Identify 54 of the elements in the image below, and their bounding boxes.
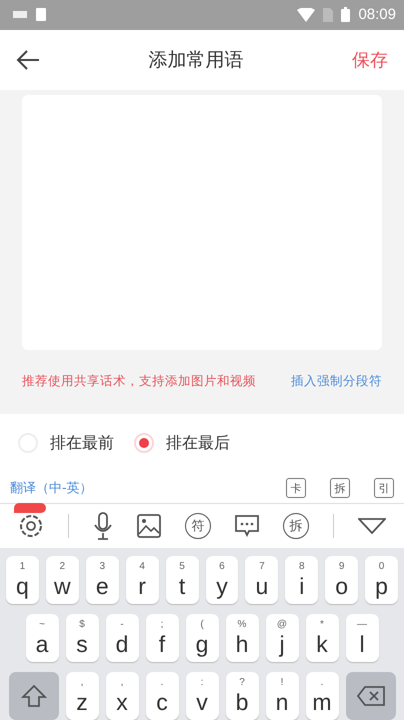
hint-text: 推荐使用共享话术，支持添加图片和视频 (22, 373, 256, 390)
keyboard-key[interactable]: ( g (186, 614, 218, 662)
split-key[interactable]: 拆 (283, 513, 309, 540)
keyboard-key[interactable]: 9 o (325, 556, 358, 604)
keyboard-key[interactable]: $ s (66, 614, 98, 662)
keyboard-key[interactable]: , x (106, 672, 138, 720)
keyboard-key[interactable]: — l (346, 614, 378, 662)
badge-icon (14, 503, 46, 514)
keyboard-key[interactable]: * k (306, 614, 338, 662)
keyboard-key[interactable]: ~ a (26, 614, 58, 662)
backspace-key[interactable] (346, 672, 396, 720)
keyboard-key[interactable]: , z (66, 672, 98, 720)
format-tool-button[interactable]: 引 (374, 478, 394, 498)
keyboard-key[interactable]: @ j (266, 614, 298, 662)
message-button[interactable] (235, 515, 259, 538)
shift-key[interactable] (8, 672, 58, 720)
backspace-icon (356, 686, 384, 706)
keyboard-key[interactable]: 0 p (365, 556, 398, 604)
keyboard-key[interactable]: - d (106, 614, 138, 662)
save-button[interactable]: 保存 (352, 48, 388, 72)
translate-link[interactable]: 翻译（中-英） (10, 479, 262, 498)
keyboard-key[interactable]: ! n (266, 672, 298, 720)
keyboard-key[interactable]: ; f (146, 614, 178, 662)
keyboard-key[interactable]: : v (186, 672, 218, 720)
keyboard-key[interactable]: 6 y (206, 556, 238, 604)
keyboard-key[interactable]: 3 e (86, 556, 119, 604)
notification-icon (36, 8, 46, 22)
wifi-icon (297, 8, 316, 22)
back-button[interactable] (16, 50, 40, 70)
keyboard-key[interactable]: . c (146, 672, 178, 720)
keyboard-key[interactable]: ? b (226, 672, 258, 720)
keyboard-key[interactable]: 2 w (46, 556, 79, 604)
microphone-button[interactable] (93, 512, 113, 540)
keyboard-key[interactable]: 8 i (285, 556, 318, 604)
settings-button[interactable] (18, 513, 44, 540)
collapse-button[interactable] (358, 518, 386, 534)
keyboard-key[interactable]: 4 r (126, 556, 159, 604)
keyboard-key[interactable]: . m (306, 672, 338, 720)
keyboard-key[interactable]: 7 u (245, 556, 278, 604)
image-button[interactable] (137, 514, 161, 538)
format-tool-button[interactable]: 卡 (286, 478, 306, 498)
battery-icon (341, 7, 350, 22)
sim-icon (323, 8, 334, 22)
keyboard-key[interactable]: % h (226, 614, 258, 662)
keyboard-key[interactable]: 1 q (6, 556, 39, 604)
status-time: 08:09 (358, 6, 396, 24)
sort-option[interactable]: 排在最后 (134, 432, 230, 454)
sort-option[interactable]: 排在最前 (18, 432, 114, 454)
notification-icon (12, 10, 28, 20)
keyboard-key[interactable]: 5 t (166, 556, 198, 604)
symbol-key[interactable]: 符 (185, 513, 211, 540)
format-tool-button[interactable]: 拆 (330, 478, 350, 498)
shift-icon (20, 684, 46, 708)
page-title: 添加常用语 (148, 48, 244, 73)
